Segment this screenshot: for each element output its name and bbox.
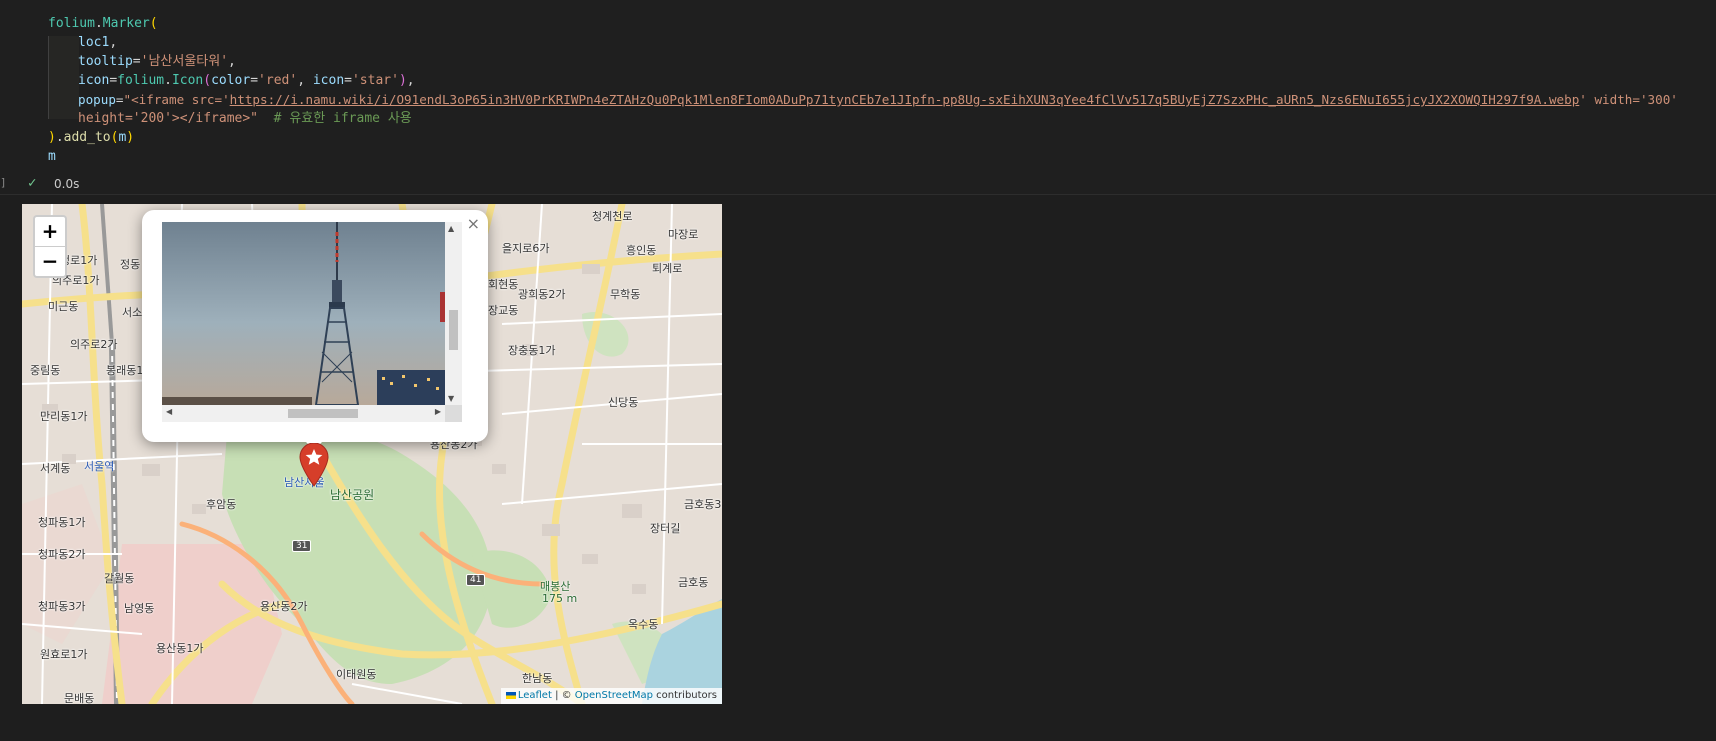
cell-divider [0,194,1716,195]
code-line-8: m [48,149,56,164]
zoom-out-button[interactable]: − [35,247,65,276]
map-label: 문배동 [64,692,95,704]
map-label: 흥인동 [626,244,657,257]
map-label: 금호동 [678,576,709,589]
map-label: 갈월동 [104,572,135,585]
code-line-5: popup="<iframe src='https://i.namu.wiki/… [78,92,1678,107]
map-label: 을지로6가 [502,242,550,255]
map-label: 청파동1가 [38,516,86,529]
ukraine-flag-icon [505,691,516,699]
scroll-down-icon[interactable]: ▼ [448,394,454,403]
map-output[interactable]: 청로1가 정동 의주로1가 미근동 서소 의주로2가 중림동 봉래동1 만리동1… [22,204,722,704]
iframe-url-link[interactable]: https://i.namu.wiki/i/O91endL3oP65in3HV0… [230,92,1580,107]
code-line-6: height='200'></iframe>" # 유효한 iframe 사용 [78,111,412,126]
road-shield: 41 [466,574,486,586]
scroll-left-icon[interactable]: ◀ [166,407,172,416]
vertical-scroll-thumb[interactable] [449,310,458,350]
map-label: 옥수동 [628,618,659,631]
popup-horizontal-scrollbar[interactable]: ◀ ▶ [162,405,445,422]
map-label: 중림동 [30,364,61,377]
popup-iframe[interactable]: ▲ ▼ ◀ ▶ [162,222,462,422]
map-attribution: Leaflet | © OpenStreetMap contributors [500,688,722,704]
map-label: 정동 [120,258,141,271]
map-label: 용산동1가 [156,642,204,655]
map-label: 장터길 [650,522,681,535]
map-label: 마장로 [668,228,699,241]
map-label: 서계동 [40,462,71,475]
marker-popup: × ▲ ▼ ◀ ▶ [142,210,488,442]
map-label: 회현동 [488,278,519,291]
scroll-right-icon[interactable]: ▶ [435,407,441,416]
map-label: 퇴계로 [652,262,683,275]
cell-status-bar: ] ✓ 0.0s [0,173,1716,195]
scrollbar-corner [445,405,462,422]
map-label: 봉래동1 [106,364,144,377]
star-marker-icon[interactable] [299,443,329,487]
code-line-1: folium.Marker( [48,16,158,31]
map-label: 청파동2가 [38,548,86,561]
map-label: 남산공원 [330,488,375,502]
check-icon: ✓ [28,175,37,191]
map-label: 무학동 [610,288,641,301]
map-label: 장충동1가 [508,344,556,357]
map-label: 만리동1가 [40,410,88,423]
indent-guide [48,36,79,119]
execution-count: ] [0,176,7,189]
code-line-7: ).add_to(m) [48,130,135,145]
map-label: 의주로2가 [70,338,118,351]
map-label: 청계천로 [592,210,633,223]
map-label: 175 m [542,592,578,605]
map-label: 용산동2가 [260,600,308,613]
map-label: 청파동3가 [38,600,86,613]
code-line-4: icon=folium.Icon(color='red', icon='star… [78,73,415,88]
horizontal-scroll-thumb[interactable] [288,409,358,418]
code-line-3: tooltip='남산서울타워', [78,54,236,69]
namsan-tower-photo [162,222,445,405]
map-label: 금호동3 [684,498,722,511]
map-label: 한남동 [522,672,553,685]
code-line-2: loc1, [78,35,118,50]
map-label: 장교동 [488,304,519,317]
map-label: 광희동2가 [518,288,566,301]
map-label: 이태원동 [336,668,377,681]
map-label: 신당동 [608,396,639,409]
scroll-up-icon[interactable]: ▲ [448,224,454,233]
leaflet-link[interactable]: Leaflet [518,690,552,701]
osm-link[interactable]: OpenStreetMap [575,690,653,701]
map-label: 후암동 [206,498,237,511]
map-label: 서소 [122,306,143,319]
zoom-control: + − [33,215,67,278]
map-label: 원효로1가 [40,648,88,661]
map-label: 서울역 [84,460,115,473]
zoom-in-button[interactable]: + [35,217,65,247]
map-label: 남영동 [124,602,155,615]
popup-vertical-scrollbar[interactable]: ▲ ▼ [445,222,462,405]
road-shield: 31 [292,540,312,552]
map-label: 미근동 [48,300,79,313]
popup-close-button[interactable]: × [467,214,480,233]
code-editor[interactable]: folium.Marker( loc1, tooltip='남산서울타워', i… [0,0,1716,195]
execution-time: 0.0s [54,177,80,191]
